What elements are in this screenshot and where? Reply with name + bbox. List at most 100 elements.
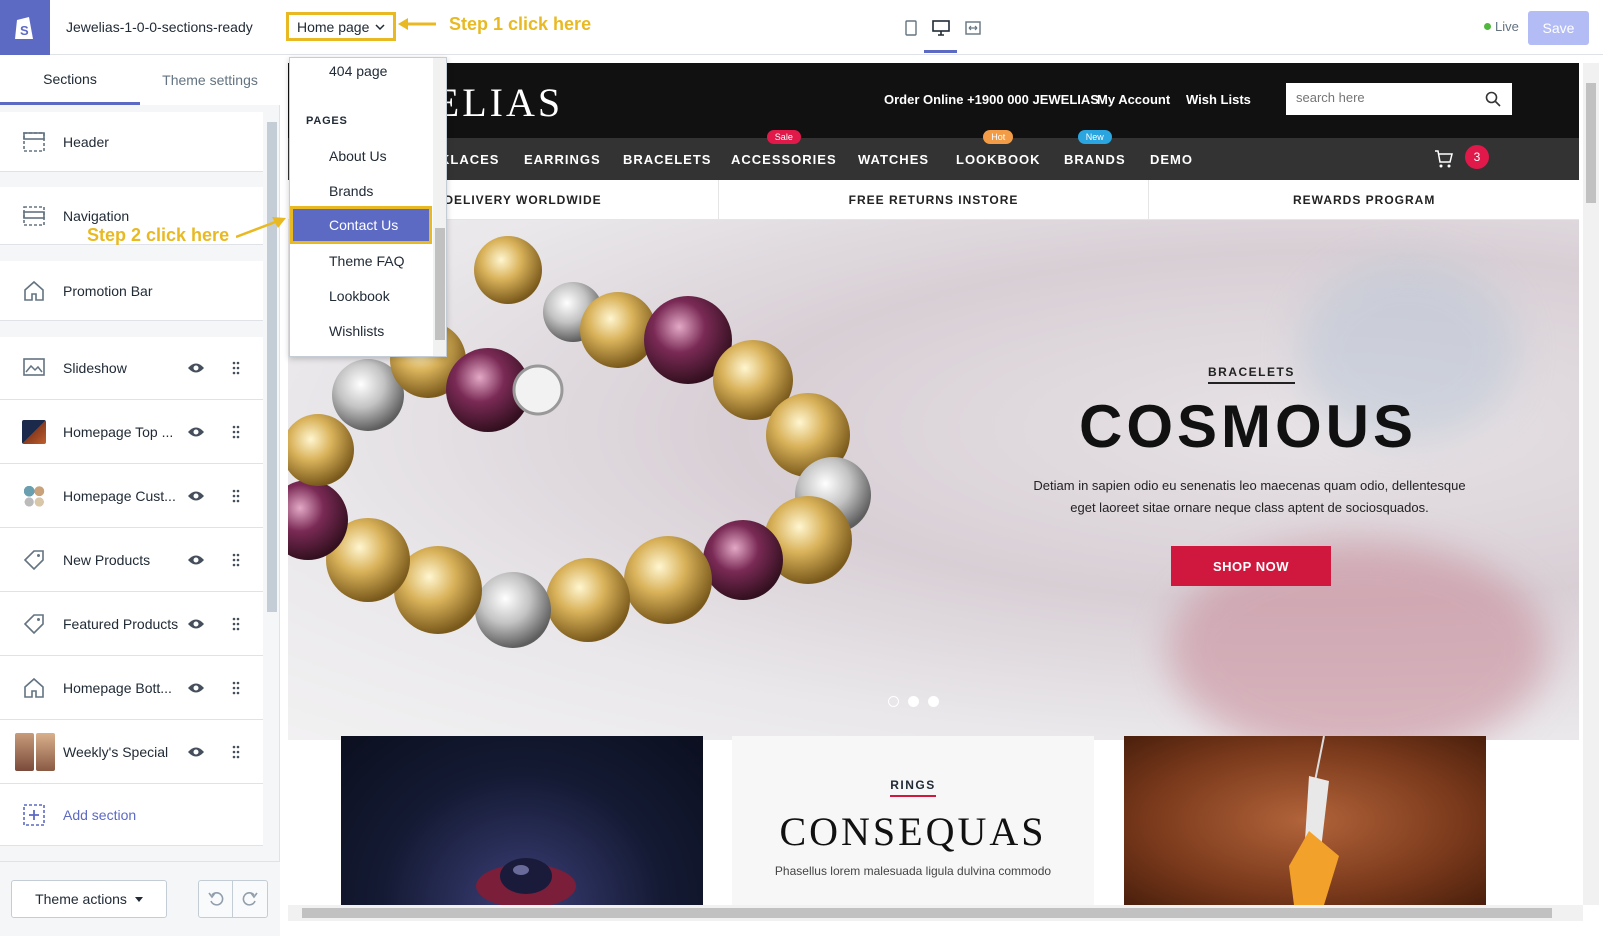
dd-item-lookbook[interactable]: Lookbook <box>290 278 434 313</box>
nav-necklaces[interactable]: KLACES <box>440 152 499 167</box>
drag-handle-icon[interactable] <box>232 553 240 567</box>
nav-earrings[interactable]: EARRINGS <box>524 152 601 167</box>
tag-icon <box>22 612 46 636</box>
nav-brands[interactable]: BRANDS New <box>1064 130 1126 167</box>
preview-scroll-thumb[interactable] <box>1586 83 1596 203</box>
slide-dot[interactable] <box>928 696 939 707</box>
eye-icon[interactable] <box>187 745 205 759</box>
section-promotion-bar[interactable]: Promotion Bar <box>0 261 263 321</box>
chevron-down-icon <box>375 23 385 30</box>
preview-vertical-scrollbar[interactable] <box>1583 63 1599 905</box>
section-label: Featured Products <box>63 615 179 632</box>
dd-group-pages: PAGES <box>306 115 348 127</box>
nav-accessories-label: ACCESSORIES <box>731 152 837 167</box>
eye-icon[interactable] <box>187 489 205 503</box>
banner-rings[interactable]: RINGS CONSEQUAS Phasellus lorem malesuad… <box>732 736 1094 905</box>
mobile-view-icon[interactable] <box>899 16 923 40</box>
promo-rewards: REWARDS PROGRAM <box>1293 192 1436 207</box>
home-icon <box>22 676 46 700</box>
sidebar-scroll-thumb[interactable] <box>267 122 277 612</box>
section-homepage-top[interactable]: Homepage Top ... <box>0 400 263 464</box>
editor-topbar: S Jewelias-1-0-0-sections-ready Home pag… <box>0 0 1603 55</box>
preview-hscroll-thumb[interactable] <box>302 908 1552 918</box>
dd-item-contact-us[interactable]: Contact Us <box>290 206 432 244</box>
drag-handle-icon[interactable] <box>232 489 240 503</box>
banner-rings-text: Phasellus lorem malesuada ligula dulvina… <box>774 864 1052 878</box>
dropdown-scroll-thumb[interactable] <box>435 228 445 340</box>
section-label: New Products <box>63 551 151 568</box>
dd-item-404[interactable]: 404 page <box>290 58 434 88</box>
section-slideshow[interactable]: Slideshow <box>0 337 263 400</box>
hero-text: Detiam in sapien odio eu senenatis leo m… <box>1033 478 1466 515</box>
section-weeklys-special[interactable]: Weekly's Special <box>0 720 263 784</box>
tab-sections[interactable]: Sections <box>0 55 140 105</box>
nav-accessories[interactable]: ACCESSORIES Sale <box>731 130 837 167</box>
add-section-button[interactable]: Add section <box>0 784 263 846</box>
banner-rings-title: CONSEQUAS <box>779 809 1047 854</box>
section-homepage-bottom[interactable]: Homepage Bott... <box>0 656 263 720</box>
redo-icon[interactable] <box>233 881 267 917</box>
shopify-logo-icon[interactable]: S <box>0 0 50 55</box>
drag-handle-icon[interactable] <box>232 361 240 375</box>
banner-ring-image[interactable] <box>341 736 703 905</box>
tab-theme-settings[interactable]: Theme settings <box>140 55 280 105</box>
save-button[interactable]: Save <box>1528 11 1589 45</box>
banner-rings-category: RINGS <box>732 778 1094 797</box>
drag-handle-icon[interactable] <box>232 617 240 631</box>
live-dot-icon <box>1484 23 1491 30</box>
wish-lists-link[interactable]: Wish Lists <box>1186 92 1251 107</box>
page-select-value: Home page <box>297 18 370 35</box>
banner-pendant-image[interactable] <box>1124 736 1486 905</box>
dd-item-brands[interactable]: Brands <box>290 173 434 208</box>
dd-item-theme-faq[interactable]: Theme FAQ <box>290 243 434 278</box>
dd-item-about-us[interactable]: About Us <box>290 138 434 173</box>
step1-arrow-icon <box>398 18 436 30</box>
navigation-layout-icon <box>22 204 46 228</box>
section-label: Homepage Bott... <box>63 679 172 696</box>
svg-text:S: S <box>20 23 29 38</box>
my-account-link[interactable]: My Account <box>1097 92 1170 107</box>
cart-icon[interactable] <box>1434 149 1454 169</box>
dd-item-wishlists[interactable]: Wishlists <box>290 313 434 348</box>
page-select-dropdown[interactable]: Home page <box>286 12 397 41</box>
nav-lookbook[interactable]: LOOKBOOK Hot <box>956 130 1041 167</box>
eye-icon[interactable] <box>187 361 205 375</box>
pendant-image <box>1289 736 1339 905</box>
shop-now-button[interactable]: SHOP NOW <box>1171 546 1331 586</box>
sidebar-footer: Theme actions <box>0 861 280 936</box>
theme-actions-button[interactable]: Theme actions <box>11 880 167 918</box>
section-label: Header <box>63 133 109 150</box>
slide-dot[interactable] <box>888 696 899 707</box>
eye-icon[interactable] <box>187 617 205 631</box>
fullscreen-view-icon[interactable] <box>961 16 985 40</box>
theme-name: Jewelias-1-0-0-sections-ready <box>66 19 253 35</box>
nav-watches[interactable]: WATCHES <box>858 152 929 167</box>
slide-dot[interactable] <box>908 696 919 707</box>
eye-icon[interactable] <box>187 681 205 695</box>
section-featured-products[interactable]: Featured Products <box>0 592 263 656</box>
eye-icon[interactable] <box>187 553 205 567</box>
section-homepage-custom[interactable]: Homepage Cust... <box>0 464 263 528</box>
nav-bracelets[interactable]: BRACELETS <box>623 152 711 167</box>
dropdown-scrollbar[interactable] <box>433 58 446 356</box>
home-icon <box>22 279 46 303</box>
hero-slideshow: BRACELETS COSMOUS Detiam in sapien odio … <box>288 220 1579 740</box>
drag-handle-icon[interactable] <box>232 745 240 759</box>
section-new-products[interactable]: New Products <box>0 528 263 592</box>
nav-demo[interactable]: DEMO <box>1150 152 1193 167</box>
store-search[interactable] <box>1286 83 1512 115</box>
header-layout-icon <box>22 130 46 154</box>
desktop-view-icon[interactable] <box>929 16 953 40</box>
search-icon[interactable] <box>1485 91 1501 107</box>
drag-handle-icon[interactable] <box>232 681 240 695</box>
eye-icon[interactable] <box>187 425 205 439</box>
store-search-input[interactable] <box>1296 90 1476 105</box>
tag-icon <box>22 548 46 572</box>
drag-handle-icon[interactable] <box>232 425 240 439</box>
undo-icon[interactable] <box>199 881 234 917</box>
preview-horizontal-scrollbar[interactable] <box>288 905 1583 921</box>
section-thumbnail <box>22 483 46 508</box>
promotion-bar: FREE DELIVERY WORLDWIDE FREE RETURNS INS… <box>288 180 1579 220</box>
section-header[interactable]: Header <box>0 112 263 172</box>
banner-rings-category-text: RINGS <box>890 778 936 797</box>
